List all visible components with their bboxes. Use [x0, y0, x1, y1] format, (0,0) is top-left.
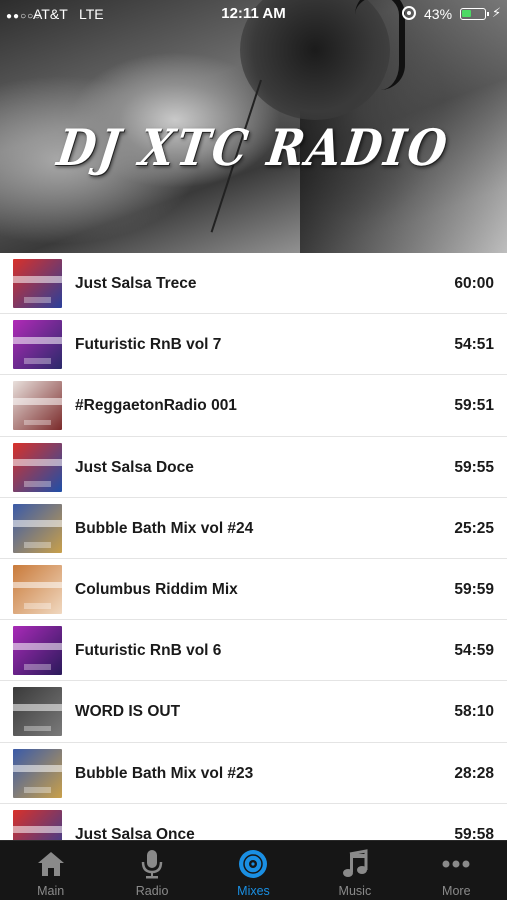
tab-label: Radio [135, 884, 169, 898]
tab-more[interactable]: More [406, 841, 507, 900]
mix-duration: 60:00 [454, 275, 494, 292]
tab-bar: Main Radio Mixes Music More [0, 840, 507, 900]
more-dots-icon [440, 848, 472, 880]
tab-label: Main [37, 884, 65, 898]
mix-title: Just Salsa Doce [75, 458, 194, 476]
mix-cover-thumbnail [13, 320, 62, 370]
microphone-icon [136, 848, 168, 880]
mix-title: Columbus Riddim Mix [75, 580, 238, 598]
battery-percentage: 43% [424, 6, 453, 22]
tab-label: Music [338, 884, 372, 898]
mix-duration: 59:58 [454, 825, 494, 840]
disc-icon [237, 848, 269, 880]
mix-row[interactable]: Just Salsa Trece 60:00 [0, 253, 507, 315]
status-bar: ●●○○○ AT&T LTE 12:11 AM 43% ⚡ [0, 0, 507, 28]
charging-icon: ⚡ [492, 5, 502, 20]
mix-row[interactable]: Bubble Bath Mix vol #24 25:25 [0, 498, 507, 559]
mix-cover-thumbnail [13, 687, 62, 737]
tab-mixes[interactable]: Mixes [203, 841, 304, 900]
mix-row[interactable]: Futuristic RnB vol 6 54:59 [0, 620, 507, 682]
mix-duration: 25:25 [454, 519, 494, 537]
tab-music[interactable]: Music [304, 841, 405, 900]
tab-label: Mixes [237, 884, 270, 898]
mix-duration: 58:10 [454, 703, 494, 721]
orientation-lock-icon [402, 6, 416, 20]
mix-cover-thumbnail [13, 503, 62, 553]
mix-duration: 59:59 [454, 580, 494, 598]
mix-row[interactable]: Bubble Bath Mix vol #23 28:28 [0, 743, 507, 804]
battery-icon [460, 8, 489, 20]
tab-radio[interactable]: Radio [101, 841, 202, 900]
mix-row[interactable]: Columbus Riddim Mix 59:59 [0, 559, 507, 621]
mix-cover-thumbnail [13, 626, 62, 676]
mix-title: Futuristic RnB vol 7 [75, 336, 222, 354]
mix-cover-thumbnail [13, 809, 62, 840]
mix-title: Just Salsa Once [75, 825, 195, 840]
tab-main[interactable]: Main [0, 841, 101, 900]
banner-title: DJ XTC RADIO [53, 118, 454, 177]
mix-title: WORD IS OUT [75, 703, 181, 721]
mix-title: Bubble Bath Mix vol #23 [75, 764, 254, 782]
music-note-icon [339, 848, 371, 880]
mix-row[interactable]: WORD IS OUT 58:10 [0, 681, 507, 743]
mix-title: Futuristic RnB vol 6 [75, 642, 222, 660]
mix-duration: 28:28 [454, 764, 494, 782]
mix-cover-thumbnail [13, 259, 62, 308]
mix-cover-thumbnail [13, 381, 62, 431]
mixes-list[interactable]: Just Salsa Trece 60:00 Futuristic RnB vol … [0, 253, 507, 840]
header-banner-image: DJ XTC RADIO [0, 0, 507, 253]
mix-title: Bubble Bath Mix vol #24 [75, 519, 254, 537]
home-icon [35, 848, 67, 880]
mix-row[interactable]: #ReggaetonRadio 001 59:51 [0, 375, 507, 437]
mix-duration: 59:55 [454, 458, 494, 476]
mix-row[interactable]: Just Salsa Doce 59:55 [0, 437, 507, 498]
mix-duration: 54:51 [454, 336, 494, 354]
mix-duration: 59:51 [454, 397, 494, 415]
mix-duration: 54:59 [454, 642, 494, 660]
mix-row[interactable]: Just Salsa Once 59:58 [0, 804, 507, 840]
mix-title: #ReggaetonRadio 001 [75, 397, 237, 415]
tab-label: More [442, 884, 471, 898]
mix-cover-thumbnail [13, 442, 62, 492]
mix-cover-thumbnail [13, 748, 62, 798]
mix-row[interactable]: Futuristic RnB vol 7 54:51 [0, 314, 507, 376]
mix-title: Just Salsa Trece [75, 275, 197, 292]
mix-cover-thumbnail [13, 564, 62, 614]
